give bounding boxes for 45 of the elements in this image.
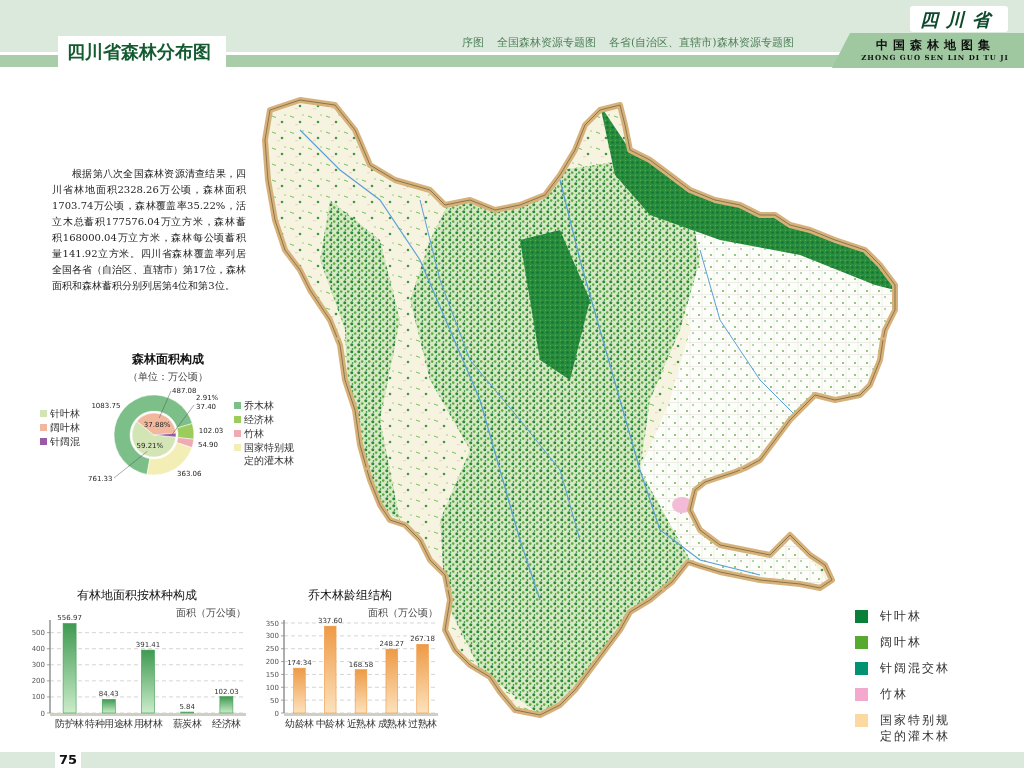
chart-bar xyxy=(354,669,368,714)
category-label: 近熟林 xyxy=(346,718,376,729)
legend-label: 竹林 xyxy=(244,427,265,440)
chart-bar xyxy=(385,648,398,714)
legend-label: 阔叶林 xyxy=(880,634,923,650)
chart-bar xyxy=(180,711,194,714)
page-title: 四川省森林分布图 xyxy=(58,36,226,67)
chart-title: 森林面积构成 xyxy=(132,352,204,367)
category-label: 防护林 xyxy=(55,718,84,729)
legend-label: 经济林 xyxy=(244,413,275,426)
legend-label: 竹林 xyxy=(880,686,909,702)
province-badge: 四川省 xyxy=(910,6,1008,32)
legend-label: 针阔混 xyxy=(50,435,81,448)
unit-label: 面积（万公顷） xyxy=(368,607,438,618)
unit-label: （单位：万公顷） xyxy=(128,370,208,383)
chart-bar xyxy=(416,644,429,714)
legend-label: 乔木林 xyxy=(244,399,275,412)
legend-label: 针叶林 xyxy=(50,407,81,420)
nav-link[interactable]: 各省(自治区、直辖市)森林资源专题图 xyxy=(609,36,794,50)
intro-paragraph: 根据第八次全国森林资源清查结果，四川省林地面积2328.26万公顷，森林面积1703.74万公顷，森林覆盖率35.22%，活立木总蓄积177576.04万立方米，森林蓄积168000.04万立方米，森林每公顷蓄积量141.92立方米。四川省森林覆盖率列居全国各省（自治区、直辖市）第17位，森林面积和森林蓄积分别列居第4位和第3位。 xyxy=(52,167,246,293)
nav-link[interactable]: 序图 xyxy=(462,36,484,50)
chart-title: 乔木林龄组结构 xyxy=(308,588,392,603)
unit-label: 面积（万公顷） xyxy=(176,607,246,618)
page-number: 75 xyxy=(55,752,81,768)
category-label: 特种用途林 xyxy=(85,718,133,729)
atlas-title: 中国森林地图集 xyxy=(875,38,995,53)
chart-bar xyxy=(102,699,116,714)
category-label: 过熟林 xyxy=(408,718,437,729)
legend-label: 针叶林 xyxy=(880,608,923,624)
category-label: 幼龄林 xyxy=(285,718,314,729)
legend-label: 国家特别规定的灌木林 xyxy=(880,712,951,744)
chart-title: 有林地面积按林种构成 xyxy=(77,588,197,603)
category-label: 薪炭林 xyxy=(172,718,202,729)
leader-line xyxy=(113,451,148,479)
category-label: 中龄林 xyxy=(315,718,345,729)
legend-label: 针阔混交林 xyxy=(880,660,951,676)
chart-bar xyxy=(141,649,155,714)
category-label: 成熟林 xyxy=(377,718,407,729)
category-label: 经济林 xyxy=(212,718,241,729)
chart-bar xyxy=(293,667,306,714)
nav-link[interactable]: 全国森林资源专题图 xyxy=(497,36,596,50)
chart-bar xyxy=(219,696,234,714)
legend-label: 阔叶林 xyxy=(50,421,81,434)
legend-label: 国家特别规定的灌木林 xyxy=(244,441,295,467)
category-label: 用材林 xyxy=(133,718,163,729)
